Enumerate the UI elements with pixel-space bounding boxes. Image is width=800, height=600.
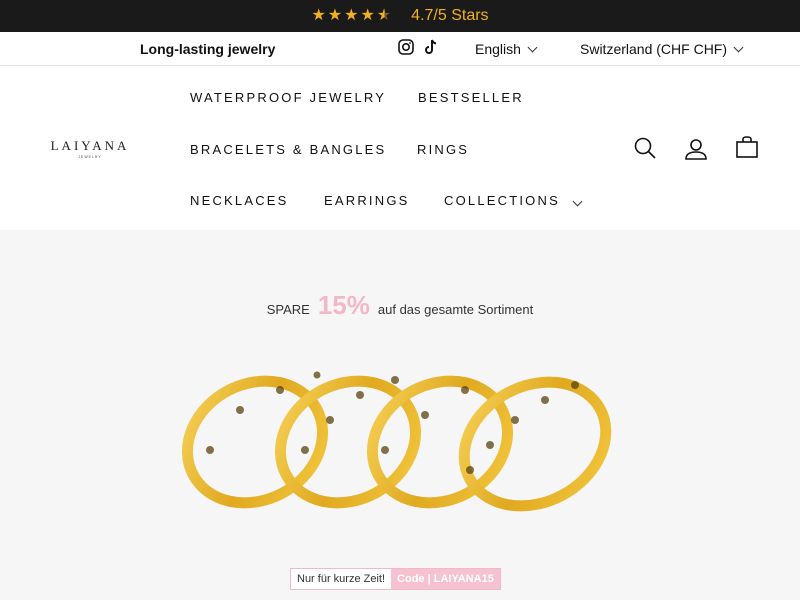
promo-suffix: auf das gesamte Sortiment xyxy=(377,302,534,317)
nav-necklaces[interactable]: NECKLACES xyxy=(190,193,289,208)
star-icon: ★ xyxy=(360,7,375,24)
promo-prefix: SPARE xyxy=(266,302,310,317)
nav-collections[interactable]: COLLECTIONS xyxy=(444,193,583,208)
star-icon: ★ xyxy=(311,7,326,24)
promo-percent: 15% xyxy=(317,290,370,320)
nav-earrings[interactable]: EARRINGS xyxy=(324,193,410,208)
country-value: Switzerland (CHF CHF) xyxy=(580,41,728,57)
promo-code-note: Nur für kurze Zeit! xyxy=(297,573,386,585)
hero-banner[interactable]: SPARE 15% auf das gesamte Sortiment Nur … xyxy=(0,230,800,600)
logo-subtitle: JEWELRY xyxy=(78,154,102,159)
promo-code-badge: Nur für kurze Zeit! Code | LAIYANA15 xyxy=(290,568,501,590)
bracelets-image xyxy=(170,370,630,535)
star-icon: ★ xyxy=(344,7,359,24)
brand-logo[interactable]: LAIYANA JEWELRY xyxy=(44,120,136,176)
nav-bracelets-bangles[interactable]: BRACELETS & BANGLES xyxy=(190,142,386,157)
nav-waterproof-jewelry[interactable]: WATERPROOF JEWELRY xyxy=(190,90,386,105)
nav-rings[interactable]: RINGS xyxy=(417,142,469,157)
rating-text: 4.7/5 Stars xyxy=(411,7,489,24)
rating-stars: ★ ★ ★ ★ ★ xyxy=(311,8,391,24)
account-icon[interactable] xyxy=(684,137,708,161)
country-selector[interactable]: Switzerland (CHF CHF) xyxy=(580,41,744,57)
search-icon[interactable] xyxy=(633,136,657,160)
half-star-icon: ★ xyxy=(376,7,392,24)
site-header: LAIYANA JEWELRY WATERPROOF JEWELRY BESTS… xyxy=(0,66,800,230)
cart-icon[interactable] xyxy=(735,135,759,159)
tiktok-icon[interactable] xyxy=(423,39,439,55)
logo-wordmark: LAIYANA xyxy=(50,137,130,153)
tagline: Long-lasting jewelry xyxy=(140,41,276,57)
instagram-icon[interactable] xyxy=(398,39,414,55)
nav-bestseller[interactable]: BESTSELLER xyxy=(418,90,524,105)
language-value: English xyxy=(475,41,521,57)
promo-headline: SPARE 15% auf das gesamte Sortiment xyxy=(0,290,800,321)
language-selector[interactable]: English xyxy=(475,41,538,57)
utility-bar: Long-lasting jewelry English Switzerland… xyxy=(0,32,800,66)
promo-code: Code | LAIYANA15 xyxy=(391,569,500,589)
chevron-down-icon xyxy=(527,42,538,52)
announcement-bar: ★ ★ ★ ★ ★ 4.7/5 Stars xyxy=(0,0,800,32)
chevron-down-icon xyxy=(572,196,583,207)
star-icon: ★ xyxy=(327,7,343,24)
social-links xyxy=(398,39,439,55)
chevron-down-icon xyxy=(733,42,744,52)
nav-collections-label: COLLECTIONS xyxy=(444,193,560,208)
